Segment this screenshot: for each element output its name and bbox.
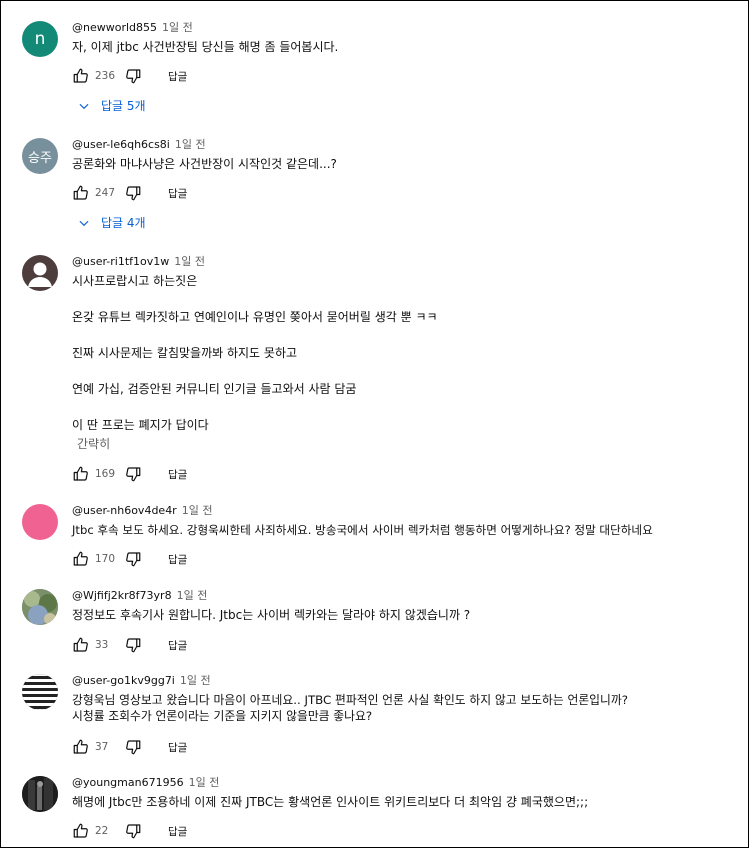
like-button[interactable] — [72, 184, 90, 202]
photo-avatar-icon — [22, 589, 58, 625]
like-count: 37 — [95, 741, 109, 753]
thumb-down-icon — [126, 69, 141, 84]
reply-button[interactable]: 답글 — [168, 69, 187, 84]
like-button[interactable] — [72, 738, 90, 756]
view-replies-button[interactable]: 답글 4개 — [77, 214, 146, 231]
comment-text: 시사프로랍시고 하는짓은 온갖 유튜브 렉카짓하고 연예인이나 유명인 쫒아서 … — [72, 273, 744, 433]
comment-author[interactable]: @user-nh6ov4de4r — [72, 504, 177, 517]
avatar[interactable] — [22, 589, 58, 625]
comment-line: 시청률 조회수가 언론이라는 기준을 지키지 않을만큼 좋나요? — [72, 709, 373, 723]
avatar[interactable]: 승주 — [22, 138, 58, 174]
thumb-down-icon — [126, 186, 141, 201]
comment-author[interactable]: @Wjfifj2kr8f73yr8 — [72, 589, 172, 602]
comment-text: 정정보도 후속기사 원합니다. Jtbc는 사이버 렉카와는 달라야 하지 않겠… — [72, 607, 744, 623]
like-button[interactable] — [72, 550, 90, 568]
thumb-up-icon — [73, 823, 88, 838]
dislike-button[interactable] — [124, 67, 142, 85]
comment-line: 공론화와 마냐사냥은 사건반장이 시작인것 같은데...? — [72, 157, 337, 171]
comment-author[interactable]: @user-go1kv9gg7i — [72, 674, 175, 687]
comment-text: 해명에 Jtbc만 조용하네 이제 진짜 JTBC는 황색언론 인사이트 위키트… — [72, 794, 744, 810]
replies-label: 답글 4개 — [101, 216, 146, 230]
like-count: 22 — [95, 825, 109, 837]
comment-author[interactable]: @user-ri1tf1ov1w — [72, 255, 169, 268]
like-count: 169 — [95, 468, 116, 480]
thumb-up-icon — [73, 551, 88, 566]
avatar[interactable] — [22, 504, 58, 540]
comment-line: Jtbc 후속 보도 하세요. 강형욱씨한테 사죄하세요. 방송국에서 사이버 … — [72, 523, 653, 537]
default-person-icon — [28, 262, 52, 287]
comment-line: 강형욱님 영상보고 왔습니다 마음이 아프네요.. JTBC 편파적인 언론 사… — [72, 693, 629, 707]
dislike-button[interactable] — [124, 465, 142, 483]
thumb-down-icon — [126, 740, 141, 755]
chevron-down-icon — [79, 103, 89, 109]
comment-time[interactable]: 1일 전 — [175, 138, 206, 151]
thumb-up-icon — [73, 739, 88, 754]
reply-button[interactable]: 답글 — [168, 467, 187, 482]
photo-avatar-icon — [22, 776, 58, 812]
like-count: 247 — [95, 187, 116, 199]
chevron-down-icon — [79, 220, 89, 226]
comment-author[interactable]: @youngman671956 — [72, 776, 184, 789]
comment-text: 강형욱님 영상보고 왔습니다 마음이 아프네요.. JTBC 편파적인 언론 사… — [72, 692, 744, 724]
comment-time[interactable]: 1일 전 — [180, 674, 211, 687]
like-button[interactable] — [72, 636, 90, 654]
show-less-button[interactable]: 간략히 — [77, 435, 744, 452]
avatar[interactable] — [22, 776, 58, 812]
dislike-button[interactable] — [124, 738, 142, 756]
reply-button[interactable]: 답글 — [168, 740, 187, 755]
like-count: 236 — [95, 70, 116, 82]
reply-button[interactable]: 답글 — [168, 552, 187, 567]
comment-time[interactable]: 1일 전 — [177, 589, 208, 602]
comment-text: Jtbc 후속 보도 하세요. 강형욱씨한테 사죄하세요. 방송국에서 사이버 … — [72, 522, 744, 538]
comment-author[interactable]: @user-le6qh6cs8i — [72, 138, 170, 151]
dislike-button[interactable] — [124, 822, 142, 840]
reply-button[interactable]: 답글 — [168, 824, 187, 839]
dislike-button[interactable] — [124, 550, 142, 568]
avatar[interactable]: n — [22, 21, 58, 57]
avatar-letter: 승주 — [28, 150, 52, 166]
thumb-up-icon — [73, 185, 88, 200]
like-button[interactable] — [72, 67, 90, 85]
comment-paragraph: 진짜 시사문제는 칼침맞을까봐 하지도 못하고 — [72, 346, 298, 360]
replies-label: 답글 5개 — [101, 99, 146, 113]
comment-line: 정정보도 후속기사 원합니다. Jtbc는 사이버 렉카와는 달라야 하지 않겠… — [72, 608, 471, 622]
like-count: 33 — [95, 639, 109, 651]
reply-button[interactable]: 답글 — [168, 186, 187, 201]
avatar[interactable] — [22, 255, 58, 291]
comment-paragraph: 시사프로랍시고 하는짓은 — [72, 274, 198, 288]
striped-avatar-icon — [22, 674, 58, 710]
thumb-up-icon — [73, 68, 88, 83]
comment-line: 해명에 Jtbc만 조용하네 이제 진짜 JTBC는 황색언론 인사이트 위키트… — [72, 795, 589, 809]
like-count: 170 — [95, 553, 116, 565]
dislike-button[interactable] — [124, 184, 142, 202]
thumb-up-icon — [73, 637, 88, 652]
comment-author[interactable]: @newworld855 — [72, 21, 157, 34]
thumb-down-icon — [126, 552, 141, 567]
comment-time[interactable]: 1일 전 — [162, 21, 193, 34]
comment-text: 자, 이제 jtbc 사건반장팀 당신들 해명 좀 들어봅시다. — [72, 39, 744, 55]
view-replies-button[interactable]: 답글 5개 — [77, 97, 146, 114]
comment-time[interactable]: 1일 전 — [182, 504, 213, 517]
avatar[interactable] — [22, 674, 58, 710]
reply-button[interactable]: 답글 — [168, 638, 187, 653]
thumb-down-icon — [126, 824, 141, 839]
comment-paragraph: 온갖 유튜브 렉카짓하고 연예인이나 유명인 쫒아서 묻어버릴 생각 뿐 ㅋㅋ — [72, 310, 438, 324]
avatar-letter: n — [34, 29, 46, 49]
dislike-button[interactable] — [124, 636, 142, 654]
comment-line: 자, 이제 jtbc 사건반장팀 당신들 해명 좀 들어봅시다. — [72, 40, 339, 54]
comment-text: 공론화와 마냐사냥은 사건반장이 시작인것 같은데...? — [72, 156, 744, 172]
thumb-down-icon — [126, 638, 141, 653]
like-button[interactable] — [72, 822, 90, 840]
like-button[interactable] — [72, 465, 90, 483]
comment-paragraph: 이 딴 프로는 폐지가 답이다 — [72, 418, 209, 432]
comment-paragraph: 연예 가십, 검증안된 커뮤니티 인기글 들고와서 사람 담굼 — [72, 382, 357, 396]
thumb-down-icon — [126, 467, 141, 482]
comment-time[interactable]: 1일 전 — [189, 776, 220, 789]
comments-panel: n @newworld855 1일 전 자, 이제 jtbc 사건반장팀 당신들 … — [0, 0, 749, 848]
comment-time[interactable]: 1일 전 — [174, 255, 205, 268]
thumb-up-icon — [73, 466, 88, 481]
